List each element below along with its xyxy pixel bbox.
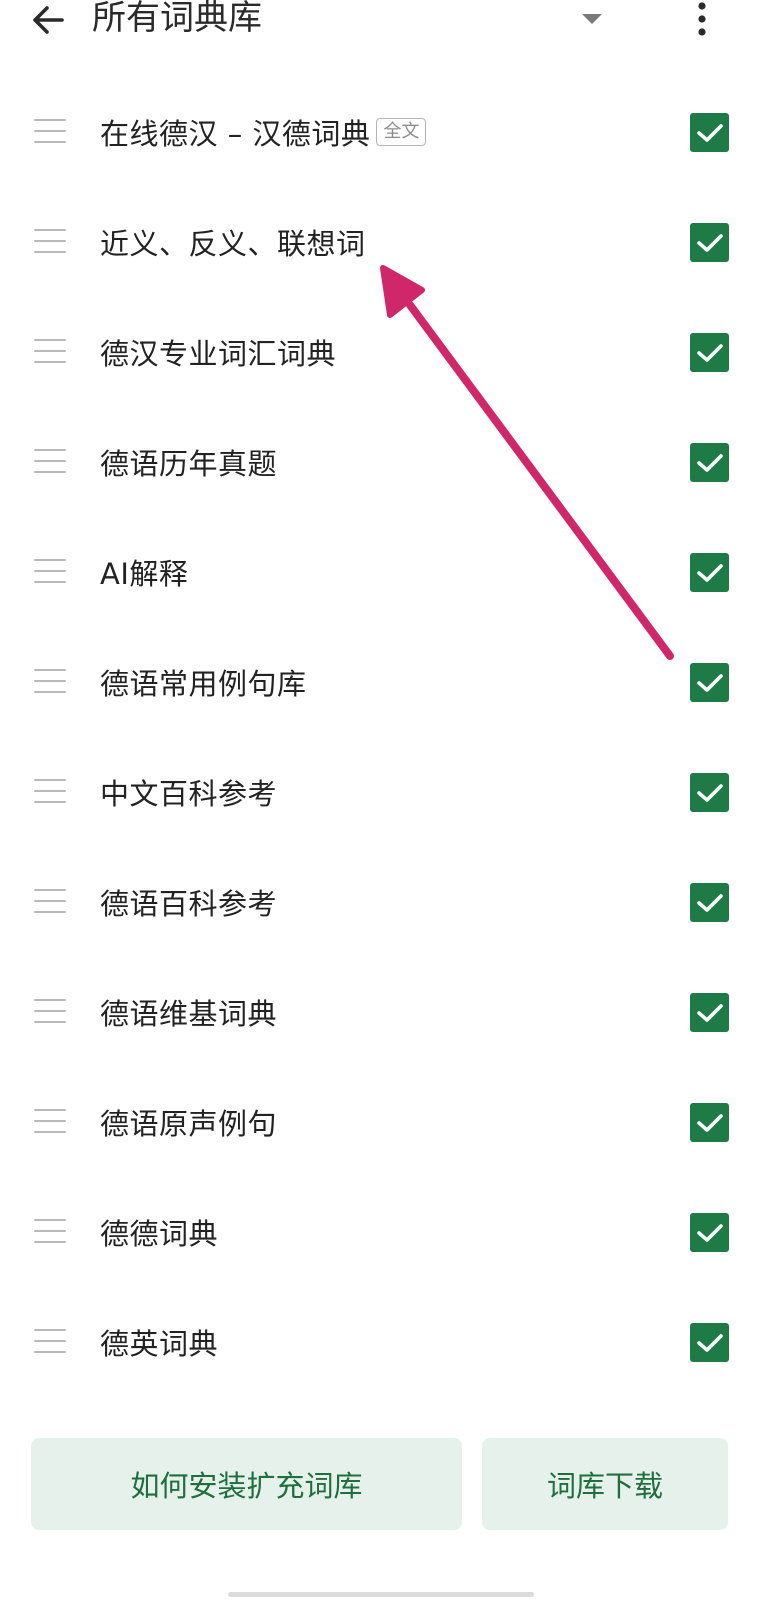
drag-handle-icon[interactable] [34,1109,66,1135]
checkmark-icon [696,563,723,582]
dictionary-checkbox[interactable] [690,883,729,922]
list-item: 德语百科参考 [0,847,776,957]
back-button[interactable] [24,0,72,40]
dictionary-checkbox[interactable] [690,993,729,1032]
how-to-install-button[interactable]: 如何安装扩充词库 [31,1438,462,1530]
checkmark-icon [696,1113,723,1132]
dictionary-label: 德语百科参考 [100,887,278,921]
dictionary-label: 德语历年真题 [100,447,278,481]
checkmark-icon [696,453,723,472]
dictionary-list: 在线德汉 – 汉德词典 全文 近义、反义、联想词 德汉专业词汇词典 德语历年真题 [0,77,776,1397]
list-item: AI解释 [0,517,776,627]
dictionary-label: 近义、反义、联想词 [100,227,366,261]
drag-handle-icon[interactable] [34,1219,66,1245]
list-item: 中文百科参考 [0,737,776,847]
checkmark-icon [696,1333,723,1352]
dictionary-checkbox[interactable] [690,663,729,702]
list-item: 在线德汉 – 汉德词典 全文 [0,77,776,187]
checkmark-icon [696,123,723,142]
list-item: 德汉专业词汇词典 [0,297,776,407]
dictionary-checkbox[interactable] [690,1213,729,1252]
list-item: 德德词典 [0,1177,776,1287]
fulltext-badge: 全文 [376,118,427,146]
home-indicator[interactable] [228,1592,534,1597]
checkmark-icon [696,1223,723,1242]
drag-handle-icon[interactable] [34,999,66,1025]
drag-handle-icon[interactable] [34,119,66,145]
dictionary-label: 德语常用例句库 [100,667,307,701]
drag-handle-icon[interactable] [34,669,66,695]
dictionary-label: 德语原声例句 [100,1107,278,1141]
drag-handle-icon[interactable] [34,339,66,365]
drag-handle-icon[interactable] [34,229,66,255]
drag-handle-icon[interactable] [34,449,66,475]
dictionary-checkbox[interactable] [690,553,729,592]
list-item: 近义、反义、联想词 [0,187,776,297]
more-vertical-icon [698,2,706,36]
page-title: 所有词典库 [92,0,262,38]
dictionary-label: 中文百科参考 [100,777,278,811]
checkmark-icon [696,233,723,252]
dictionary-label: 在线德汉 – 汉德词典 [100,117,371,151]
dictionary-settings-screen: 所有词典库 在线德汉 – 汉德词典 全文 近义、反义、联想词 德汉专业词汇词典 … [0,0,776,1600]
dictionary-checkbox[interactable] [690,333,729,372]
dictionary-label: 德德词典 [100,1217,219,1251]
dictionary-checkbox[interactable] [690,773,729,812]
drag-handle-icon[interactable] [34,889,66,915]
bottom-action-bar: 如何安装扩充词库 词库下载 [0,1420,776,1600]
dictionary-checkbox[interactable] [690,443,729,482]
list-item: 德语历年真题 [0,407,776,517]
dictionary-label: AI解释 [100,557,189,591]
checkmark-icon [696,1003,723,1022]
checkmark-icon [696,673,723,692]
checkmark-icon [696,893,723,912]
list-item: 德语原声例句 [0,1067,776,1177]
drag-handle-icon[interactable] [34,779,66,805]
dictionary-checkbox[interactable] [690,113,729,152]
dictionary-label: 德汉专业词汇词典 [100,337,337,371]
list-item: 德语维基词典 [0,957,776,1067]
dictionary-checkbox[interactable] [690,223,729,262]
dictionary-label: 德语维基词典 [100,997,278,1031]
dictionary-label: 德英词典 [100,1327,219,1361]
dictionary-checkbox[interactable] [690,1103,729,1142]
list-item: 德语常用例句库 [0,627,776,737]
arrow-left-icon [33,6,64,34]
dictionary-checkbox[interactable] [690,1323,729,1362]
app-bar: 所有词典库 [0,0,776,44]
checkmark-icon [696,343,723,362]
more-options-button[interactable] [684,0,720,38]
list-item: 德英词典 [0,1287,776,1397]
drag-handle-icon[interactable] [34,1329,66,1355]
dictionary-download-button[interactable]: 词库下载 [482,1438,728,1530]
drag-handle-icon[interactable] [34,559,66,585]
caret-down-icon [582,14,602,24]
dropdown-button[interactable] [574,4,610,34]
checkmark-icon [696,783,723,802]
